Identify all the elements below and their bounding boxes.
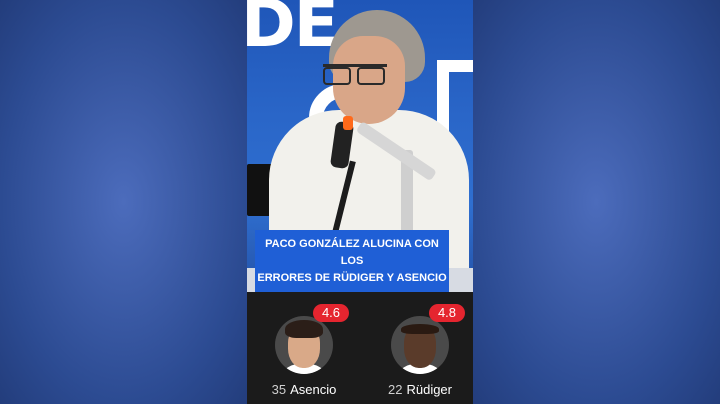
player-card-rudiger: 4.8 22 Rüdiger [367, 304, 473, 404]
player-name: Asencio [290, 382, 337, 397]
player-label: 22 Rüdiger [367, 382, 473, 398]
player-rating-badge: 4.8 [429, 304, 465, 322]
caption-line-2: ERRORES DE RÜDIGER Y ASENCIO [257, 272, 447, 284]
player-card-asencio: 4.6 35 Asencio [251, 304, 361, 404]
player-number: 22 [388, 382, 403, 397]
mic-on-air-light [343, 116, 353, 130]
studio-backdrop-text: DE [247, 0, 339, 62]
player-number: 35 [271, 382, 287, 397]
caption-line-1: PACO GONZÁLEZ ALUCINA CON LOS [265, 238, 439, 267]
player-name: Rüdiger [406, 382, 452, 397]
presenter-glasses [323, 64, 387, 85]
video-frame: DE PACO GONZÁLEZ ALUCINA CON LOS ERRORES… [247, 0, 473, 292]
video-player[interactable]: DE PACO GONZÁLEZ ALUCINA CON LOS ERRORES… [247, 0, 473, 404]
player-avatar [391, 316, 449, 374]
player-label: 35 Asencio [251, 382, 357, 398]
headline-caption: PACO GONZÁLEZ ALUCINA CON LOS ERRORES DE… [255, 230, 449, 292]
right-background-panel [472, 0, 720, 404]
player-avatar [275, 316, 333, 374]
player-rating-badge: 4.6 [313, 304, 349, 322]
player-ratings-panel: 4.6 35 Asencio 4.8 22 Rüdiger [247, 292, 473, 404]
left-background-panel [0, 0, 247, 404]
